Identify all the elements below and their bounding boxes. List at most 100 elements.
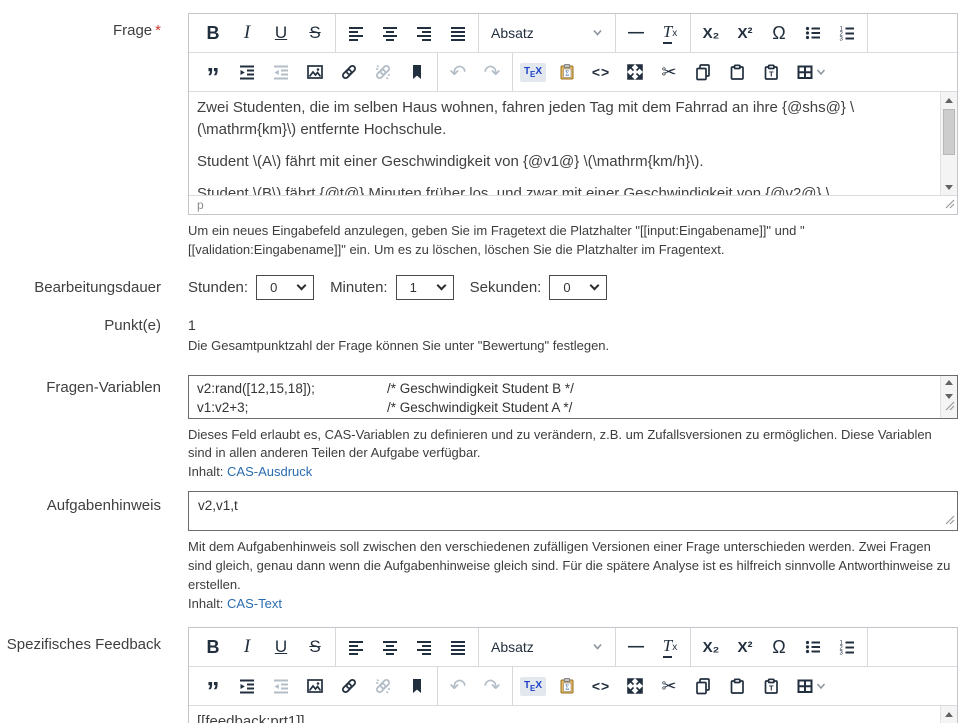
paste-icon[interactable] — [720, 669, 754, 703]
link-icon[interactable] — [332, 669, 366, 703]
paragraph-format-select[interactable]: Absatz — [482, 630, 612, 664]
superscript-icon[interactable]: X² — [728, 16, 762, 50]
undo-icon[interactable]: ↶ — [441, 669, 475, 703]
subscript-icon[interactable]: X₂ — [694, 630, 728, 664]
source-code-icon[interactable]: <> — [584, 55, 618, 89]
italic-icon[interactable]: I — [230, 630, 264, 664]
bullet-list-icon[interactable] — [796, 16, 830, 50]
align-justify-icon[interactable] — [441, 630, 475, 664]
minuten-select[interactable]: 1 — [396, 275, 454, 300]
paste-as-text-icon[interactable]: T — [754, 669, 788, 703]
redo-icon[interactable]: ↷ — [475, 55, 509, 89]
subscript-icon[interactable]: X₂ — [694, 16, 728, 50]
bookmark-icon[interactable] — [400, 55, 434, 89]
frage-editor-content[interactable]: Zwei Studenten, die im selben Haus wohne… — [189, 92, 957, 195]
spezifisches-feedback-row: Spezifisches Feedback B I U S — [0, 627, 968, 723]
redo-icon[interactable]: ↷ — [475, 669, 509, 703]
table-icon[interactable] — [788, 669, 834, 703]
horizontal-rule-icon[interactable]: — — [619, 630, 653, 664]
image-icon[interactable] — [298, 55, 332, 89]
indent-icon[interactable] — [230, 669, 264, 703]
paste-icon[interactable] — [720, 55, 754, 89]
aufgabenhinweis-textarea[interactable]: v2,v1,t — [188, 491, 958, 531]
fragen-variablen-textarea[interactable]: v2:rand([12,15,18]); /* Geschwindigkeit … — [188, 375, 958, 419]
fullscreen-icon[interactable] — [618, 55, 652, 89]
superscript-icon[interactable]: X² — [728, 630, 762, 664]
indent-icon[interactable] — [230, 55, 264, 89]
blockquote-icon[interactable]: ” — [196, 55, 230, 89]
scrollbar-thumb[interactable] — [943, 109, 955, 155]
element-path[interactable]: p — [197, 198, 204, 212]
resize-handle-icon[interactable] — [945, 198, 955, 212]
scroll-down-icon[interactable] — [941, 179, 957, 195]
cut-icon[interactable]: ✂ — [652, 55, 686, 89]
inhalt-label: Inhalt: — [188, 464, 227, 479]
tex-icon[interactable]: TEX — [516, 55, 550, 89]
cut-icon[interactable]: ✂ — [652, 669, 686, 703]
align-center-icon[interactable] — [373, 16, 407, 50]
paragraph-format-select[interactable]: Absatz — [482, 16, 612, 50]
table-icon[interactable] — [788, 55, 834, 89]
source-code-icon[interactable]: <> — [584, 669, 618, 703]
bullet-list-icon[interactable] — [796, 630, 830, 664]
inhalt-label: Inhalt: — [188, 596, 227, 611]
bold-icon[interactable]: B — [196, 16, 230, 50]
numbered-list-icon[interactable]: 123 — [830, 630, 864, 664]
align-right-icon[interactable] — [407, 16, 441, 50]
fullscreen-icon[interactable] — [618, 669, 652, 703]
numbered-list-icon[interactable]: 123 — [830, 16, 864, 50]
feedback-toolbar-row1: B I U S Absatz — [189, 628, 957, 667]
special-character-icon[interactable]: Ω — [762, 630, 796, 664]
image-icon[interactable] — [298, 669, 332, 703]
special-character-icon[interactable]: Ω — [762, 16, 796, 50]
scroll-up-icon[interactable] — [941, 376, 957, 390]
italic-icon[interactable]: I — [230, 16, 264, 50]
align-left-icon[interactable] — [339, 16, 373, 50]
clear-formatting-icon[interactable]: Tx — [653, 630, 687, 664]
outdent-icon[interactable] — [264, 55, 298, 89]
fragen-variablen-row: Fragen-Variablen v2:rand([12,15,18]); /*… — [0, 375, 968, 483]
bold-icon[interactable]: B — [196, 630, 230, 664]
clear-formatting-icon[interactable]: Tx — [653, 16, 687, 50]
bearbeitungsdauer-label: Bearbeitungsdauer — [0, 279, 161, 296]
stunden-select[interactable]: 0 — [256, 275, 314, 300]
link-icon[interactable] — [332, 55, 366, 89]
align-left-icon[interactable] — [339, 630, 373, 664]
scroll-up-icon[interactable] — [941, 706, 957, 722]
frage-row: Frage* B I U S — [0, 13, 968, 260]
undo-icon[interactable]: ↶ — [441, 55, 475, 89]
strikethrough-icon[interactable]: S — [298, 630, 332, 664]
blockquote-icon[interactable]: ” — [196, 669, 230, 703]
frage-paragraph: Student \(A\) fährt mit einer Geschwindi… — [197, 151, 932, 173]
strikethrough-icon[interactable]: S — [298, 16, 332, 50]
horizontal-rule-icon[interactable]: — — [619, 16, 653, 50]
underline-icon[interactable]: U — [264, 16, 298, 50]
feedback-editor-content[interactable]: [[feedback:prt1]] — [189, 706, 957, 723]
underline-icon[interactable]: U — [264, 630, 298, 664]
tex-icon[interactable]: TEX — [516, 669, 550, 703]
cas-text-link[interactable]: CAS-Text — [227, 596, 282, 611]
copy-icon[interactable] — [686, 669, 720, 703]
resize-handle-icon[interactable] — [945, 398, 955, 416]
unlink-icon[interactable] — [366, 55, 400, 89]
paste-math-icon[interactable]: Σ — [550, 669, 584, 703]
bookmark-icon[interactable] — [400, 669, 434, 703]
cas-ausdruck-link[interactable]: CAS-Ausdruck — [227, 464, 312, 479]
outdent-icon[interactable] — [264, 669, 298, 703]
scroll-up-icon[interactable] — [941, 92, 957, 108]
paste-math-icon[interactable]: Σ — [550, 55, 584, 89]
resize-handle-icon[interactable] — [945, 513, 955, 528]
align-justify-icon[interactable] — [441, 16, 475, 50]
fragen-variablen-scrollbar[interactable] — [940, 376, 957, 418]
chevron-down-icon — [297, 281, 307, 291]
sekunden-select[interactable]: 0 — [549, 275, 607, 300]
unlink-icon[interactable] — [366, 669, 400, 703]
copy-icon[interactable] — [686, 55, 720, 89]
align-center-icon[interactable] — [373, 630, 407, 664]
paste-as-text-icon[interactable]: T — [754, 55, 788, 89]
align-right-icon[interactable] — [407, 630, 441, 664]
chevron-down-icon — [590, 281, 600, 291]
feedback-editor-scrollbar[interactable] — [940, 706, 957, 723]
tex-x: X — [535, 66, 542, 77]
frage-editor-scrollbar[interactable] — [940, 92, 957, 195]
